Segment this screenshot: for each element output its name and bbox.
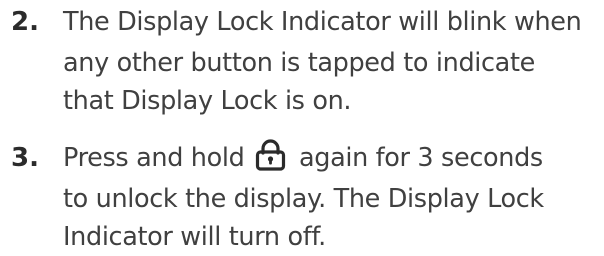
step-number: 2.	[11, 7, 39, 37]
lock-icon	[256, 139, 286, 171]
step-text-before-icon: Press and hold	[63, 143, 245, 173]
step-text: The Display Lock Indicator will blink wh…	[63, 0, 599, 120]
step-text-line-with-icon: Press and hold again for 3 seconds	[63, 136, 599, 180]
step-text-after-icon: again for 3 seconds	[298, 143, 543, 173]
step-text-line: any other button is tapped to indicate	[63, 48, 535, 78]
step-number: 3.	[11, 143, 39, 173]
step-text-line: that Display Lock is on.	[63, 86, 352, 116]
step-text-line: to unlock the display. The Display Lock	[63, 184, 544, 214]
step-text-line: The Display Lock Indicator will blink wh…	[63, 7, 582, 37]
step-text-line: Indicator will turn off.	[63, 222, 326, 252]
step-text: Press and hold again for 3 seconds to un…	[63, 136, 599, 256]
